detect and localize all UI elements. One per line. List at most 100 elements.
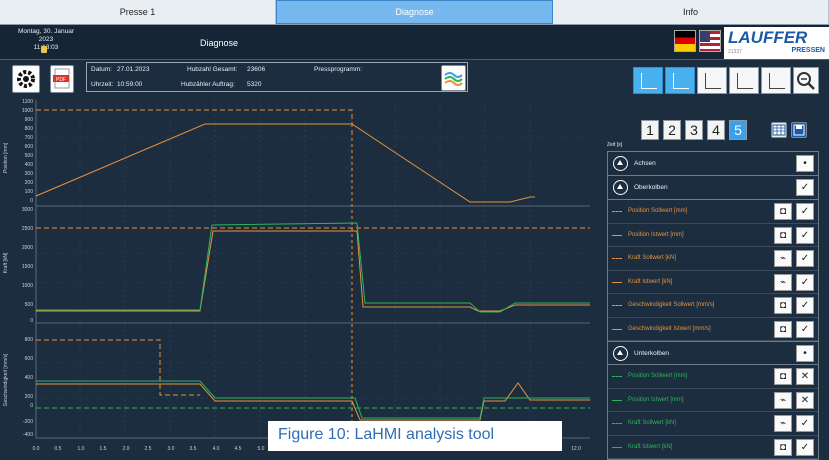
collapse-icon[interactable] bbox=[613, 180, 628, 195]
zoom-button[interactable] bbox=[793, 67, 819, 94]
channel-row: Kraft Istwert [kN] ◘ ✓ bbox=[608, 436, 818, 459]
x-tick: 4.0 bbox=[213, 446, 220, 452]
channel-label: Position Istwert [mm] bbox=[628, 396, 684, 403]
date-text: Montag, 30. Januar 2023 bbox=[17, 28, 74, 43]
channel-check[interactable]: ✓ bbox=[796, 438, 814, 456]
german-flag-icon[interactable] bbox=[674, 30, 696, 52]
channel-check[interactable]: ✓ bbox=[796, 320, 814, 338]
view-cursor-button[interactable] bbox=[633, 67, 663, 94]
channel-label: Kraft Istwert [kN] bbox=[628, 278, 673, 285]
page-button-3[interactable]: 3 bbox=[685, 120, 703, 140]
y3-tick: 400 bbox=[25, 375, 34, 381]
collapse-icon[interactable] bbox=[613, 156, 628, 171]
y3-tick: 600 bbox=[25, 356, 34, 362]
channel-style-button[interactable]: ◘ bbox=[774, 297, 792, 314]
channel-row: Kraft Sollwert [kN] ⌁ ✓ bbox=[608, 412, 818, 436]
page-button-4[interactable]: 4 bbox=[707, 120, 725, 140]
view-axis-left-button[interactable] bbox=[697, 67, 727, 94]
channel-style-button[interactable]: ⌁ bbox=[774, 250, 792, 267]
channel-row: Kraft Sollwert [kN] ⌁ ✓ bbox=[608, 247, 818, 271]
datum-label: Datum: bbox=[91, 66, 112, 73]
logo-code: 21337 bbox=[728, 49, 742, 55]
view-multi-cursor-button[interactable] bbox=[665, 67, 695, 94]
channel-label: Kraft Sollwert [kN] bbox=[628, 255, 677, 261]
y1-tick: 0 bbox=[30, 198, 33, 204]
collapse-icon[interactable] bbox=[613, 346, 628, 361]
channel-label: Position Sollwert [mm] bbox=[628, 208, 688, 214]
page-button-2[interactable]: 2 bbox=[663, 120, 681, 140]
channel-style-button[interactable]: ◘ bbox=[774, 368, 792, 385]
page-button-1[interactable]: 1 bbox=[641, 120, 659, 140]
y2-tick: 3000 bbox=[22, 207, 33, 213]
view-fit-button[interactable] bbox=[761, 67, 791, 94]
channel-check[interactable]: ✓ bbox=[796, 297, 814, 314]
diagnosis-chart[interactable]: Position [mm] Kraft [kN] Geschwindigkeit… bbox=[0, 98, 596, 457]
svg-text:PDF: PDF bbox=[56, 77, 66, 83]
us-flag-icon[interactable] bbox=[699, 30, 721, 52]
channel-row: Geschwindigkeit Istwert [mm/s] ◘ ✓ bbox=[608, 318, 818, 341]
settings-gear-button[interactable] bbox=[12, 65, 40, 93]
y3-tick: -400 bbox=[23, 432, 33, 438]
table-view-button[interactable] bbox=[771, 122, 787, 138]
channel-style-button[interactable]: ◘ bbox=[774, 320, 792, 338]
y2-axis-label: Kraft [kN] bbox=[3, 252, 9, 273]
x-tick: 2.5 bbox=[145, 446, 152, 452]
x-tick: 3.0 bbox=[168, 446, 175, 452]
achsen-toggle-button[interactable]: • bbox=[796, 155, 814, 172]
channel-row: Position Istwert [mm] ⌁ ✕ bbox=[608, 389, 818, 412]
tab-diagnose[interactable]: Diagnose bbox=[276, 0, 553, 24]
unterkolben-toggle-button[interactable]: • bbox=[796, 345, 814, 362]
y1-tick: 200 bbox=[25, 180, 34, 186]
oberkolben-toggle-button[interactable]: ✓ bbox=[796, 179, 814, 196]
y2-tick: 2000 bbox=[22, 245, 33, 251]
section-unterkolben[interactable]: Unterkolben • bbox=[608, 341, 818, 365]
section-achsen[interactable]: Achsen • bbox=[608, 152, 818, 176]
y1-tick: 400 bbox=[25, 162, 34, 168]
channel-style-button[interactable]: ⌁ bbox=[774, 273, 792, 291]
channel-check[interactable]: ✕ bbox=[796, 368, 814, 385]
channel-row: Geschwindigkeit Sollwert [mm/s] ◘ ✓ bbox=[608, 294, 818, 318]
multi-cursor-icon bbox=[673, 73, 689, 89]
table-icon bbox=[772, 124, 786, 136]
wave-button[interactable] bbox=[441, 65, 466, 91]
channel-check[interactable]: ✓ bbox=[796, 250, 814, 267]
line-style-icon bbox=[612, 328, 622, 330]
logo-brand: LAUFFER bbox=[728, 28, 808, 47]
x-tick: 12.0 bbox=[571, 446, 581, 452]
figure-caption: Figure 10: LaHMI analysis tool bbox=[268, 421, 562, 451]
page-button-5[interactable]: 5 bbox=[729, 120, 747, 140]
channel-check[interactable]: ✓ bbox=[796, 415, 814, 432]
uhrzeit-label: Uhrzeit: bbox=[91, 81, 114, 88]
channel-style-button[interactable]: ◘ bbox=[774, 438, 792, 456]
channel-style-button[interactable]: ◘ bbox=[774, 203, 792, 220]
y1-tick: 600 bbox=[25, 144, 34, 150]
datum-value: 27.01.2023 bbox=[117, 66, 150, 73]
section-unterkolben-title: Unterkolben bbox=[634, 350, 670, 357]
magnifier-icon bbox=[797, 72, 815, 90]
tab-info[interactable]: Info bbox=[553, 0, 829, 24]
x-tick: 4.5 bbox=[235, 446, 242, 452]
channel-style-button[interactable]: ⌁ bbox=[774, 415, 792, 432]
section-oberkolben[interactable]: Oberkolben ✓ bbox=[608, 176, 818, 200]
view-axis-right-button[interactable] bbox=[729, 67, 759, 94]
lock-icon[interactable] bbox=[41, 46, 47, 53]
channel-style-button[interactable]: ⌁ bbox=[774, 391, 792, 409]
x-tick: 5.0 bbox=[258, 446, 265, 452]
channel-check[interactable]: ✓ bbox=[796, 226, 814, 244]
y1-tick: 300 bbox=[25, 171, 34, 177]
channel-check[interactable]: ✓ bbox=[796, 203, 814, 220]
save-button[interactable] bbox=[791, 122, 807, 138]
floppy-icon bbox=[793, 124, 805, 136]
y2-tick: 500 bbox=[25, 302, 34, 308]
pdf-export-button[interactable]: PDF bbox=[50, 65, 74, 93]
page-title: Diagnose bbox=[200, 38, 239, 48]
time-axis-label: Zeit [s] bbox=[607, 142, 623, 148]
channel-style-button[interactable]: ◘ bbox=[774, 226, 792, 244]
channel-check[interactable]: ✓ bbox=[796, 273, 814, 291]
channel-row: Position Sollwert [mm] ◘ ✓ bbox=[608, 200, 818, 224]
y1-axis-label: Position [mm] bbox=[3, 142, 9, 173]
channel-check[interactable]: ✕ bbox=[796, 391, 814, 409]
line-style-icon bbox=[612, 376, 622, 377]
tab-presse-1[interactable]: Presse 1 bbox=[0, 0, 276, 24]
line-style-icon bbox=[612, 423, 622, 424]
